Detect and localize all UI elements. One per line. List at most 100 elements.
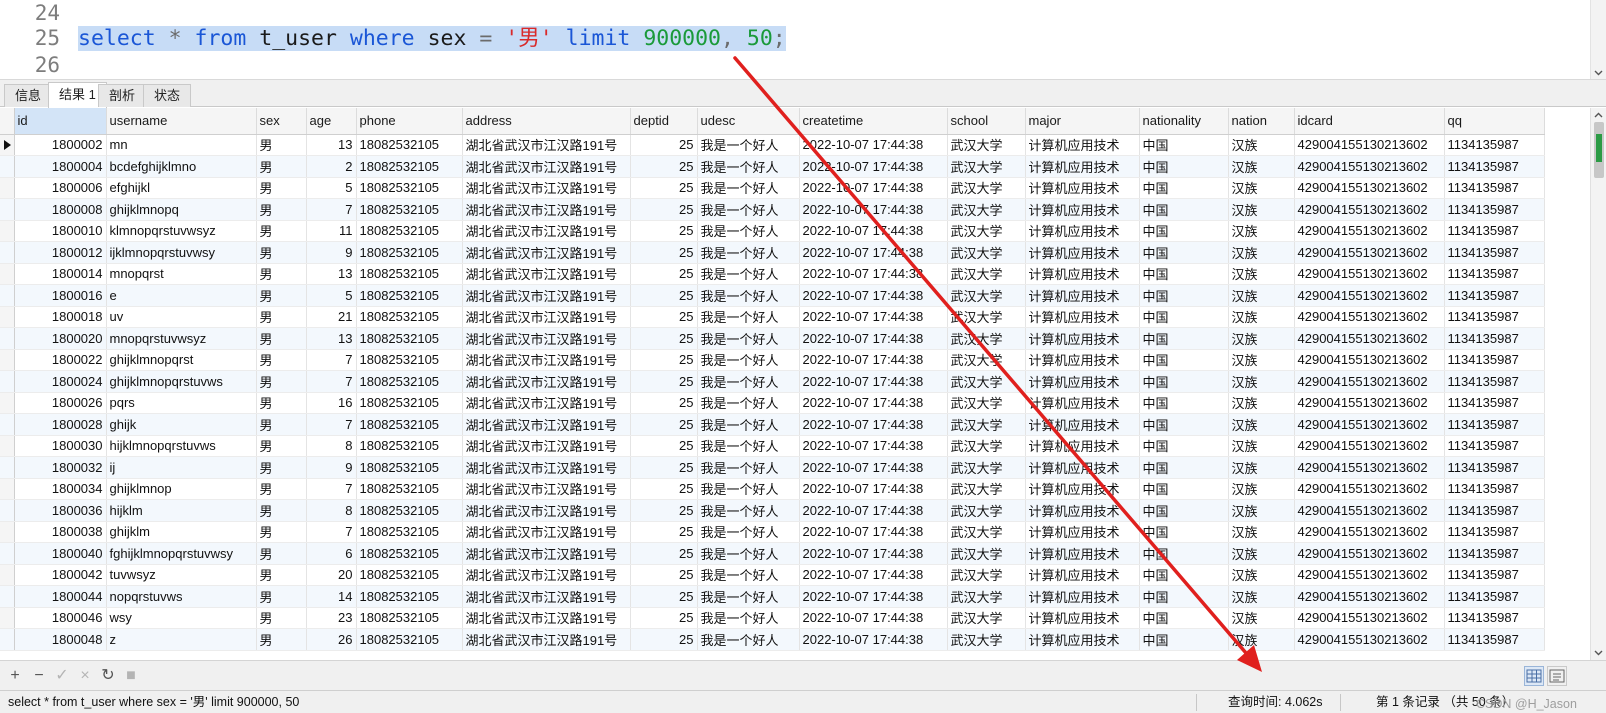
cell-nationality[interactable]: 中国	[1139, 155, 1229, 178]
cell-createtime[interactable]: 2022-10-07 17:44:38	[799, 306, 948, 328]
cell-id[interactable]: 1800020	[14, 327, 107, 350]
cell-school[interactable]: 武汉大学	[947, 284, 1026, 307]
editor-scrollbar[interactable]	[1590, 0, 1606, 79]
cell-qq[interactable]: 1134135987	[1444, 607, 1545, 629]
cell-school[interactable]: 武汉大学	[947, 155, 1026, 178]
cell-qq[interactable]: 1134135987	[1444, 564, 1545, 586]
cell-nationality[interactable]: 中国	[1139, 413, 1229, 436]
cell-createtime[interactable]: 2022-10-07 17:44:38	[799, 564, 948, 586]
cell-age[interactable]: 20	[306, 564, 357, 586]
cell-nation[interactable]: 汉族	[1228, 521, 1295, 543]
cell-major[interactable]: 计算机应用技术	[1025, 564, 1140, 586]
cell-age[interactable]: 7	[306, 370, 357, 393]
cell-qq[interactable]: 1134135987	[1444, 499, 1545, 522]
cell-id[interactable]: 1800016	[14, 284, 107, 307]
cell-phone[interactable]: 18082532105	[356, 349, 463, 371]
cell-id[interactable]: 1800028	[14, 413, 107, 436]
table-row[interactable]: 1800040 fghijklmnopqrstuvwsy 男 6 18082532105…	[0, 542, 1545, 565]
row-selector[interactable]	[0, 542, 15, 565]
chevron-up-icon[interactable]	[1593, 110, 1604, 121]
cell-id[interactable]: 1800022	[14, 349, 107, 371]
cell-age[interactable]: 9	[306, 456, 357, 479]
cell-school[interactable]: 武汉大学	[947, 456, 1026, 479]
cell-nation[interactable]: 汉族	[1228, 413, 1295, 436]
cell-major[interactable]: 计算机应用技术	[1025, 607, 1140, 629]
cell-age[interactable]: 13	[306, 134, 357, 156]
stop-button[interactable]: ■	[122, 667, 140, 685]
cell-nation[interactable]: 汉族	[1228, 306, 1295, 328]
cell-major[interactable]: 计算机应用技术	[1025, 241, 1140, 264]
cell-sex[interactable]: 男	[256, 198, 307, 221]
cell-nationality[interactable]: 中国	[1139, 134, 1229, 156]
cell-id[interactable]: 1800042	[14, 564, 107, 586]
cell-sex[interactable]: 男	[256, 521, 307, 543]
cell-nationality[interactable]: 中国	[1139, 220, 1229, 242]
cell-username[interactable]: uv	[106, 306, 257, 328]
cell-udesc[interactable]: 我是一个好人	[697, 327, 800, 350]
cell-address[interactable]: 湖北省武汉市江汉路191号	[462, 284, 631, 307]
table-row[interactable]: 1800028 ghijk 男 7 18082532105 湖北省武汉市江汉路191号 25…	[0, 413, 1545, 436]
cell-major[interactable]: 计算机应用技术	[1025, 370, 1140, 393]
cell-qq[interactable]: 1134135987	[1444, 198, 1545, 221]
cell-deptid[interactable]: 25	[630, 177, 698, 199]
cell-username[interactable]: ghijklmnopqrst	[106, 349, 257, 371]
cell-address[interactable]: 湖北省武汉市江汉路191号	[462, 327, 631, 350]
cell-major[interactable]: 计算机应用技术	[1025, 392, 1140, 414]
cell-nation[interactable]: 汉族	[1228, 607, 1295, 629]
cell-nation[interactable]: 汉族	[1228, 134, 1295, 156]
editor-line-25[interactable]: 25 select * from t_user where sex = '男' …	[0, 25, 1590, 52]
row-selector[interactable]	[0, 478, 15, 500]
cell-school[interactable]: 武汉大学	[947, 521, 1026, 543]
cell-sex[interactable]: 男	[256, 392, 307, 414]
table-row[interactable]: 1800020 mnopqrstuvwsyz 男 13 18082532105 湖北省武汉…	[0, 327, 1545, 350]
cell-udesc[interactable]: 我是一个好人	[697, 585, 800, 608]
cell-age[interactable]: 11	[306, 220, 357, 242]
cell-phone[interactable]: 18082532105	[356, 456, 463, 479]
cell-udesc[interactable]: 我是一个好人	[697, 349, 800, 371]
cell-createtime[interactable]: 2022-10-07 17:44:38	[799, 456, 948, 479]
cell-phone[interactable]: 18082532105	[356, 564, 463, 586]
cell-major[interactable]: 计算机应用技术	[1025, 177, 1140, 199]
cell-sex[interactable]: 男	[256, 564, 307, 586]
table-row[interactable]: 1800032 ij 男 9 18082532105 湖北省武汉市江汉路191号 25 我是一…	[0, 456, 1545, 479]
cell-idcard[interactable]: 429004155130213602	[1294, 478, 1445, 500]
cell-udesc[interactable]: 我是一个好人	[697, 521, 800, 543]
cell-username[interactable]: z	[106, 628, 257, 651]
cell-sex[interactable]: 男	[256, 413, 307, 436]
cell-nationality[interactable]: 中国	[1139, 327, 1229, 350]
cell-age[interactable]: 14	[306, 585, 357, 608]
cell-address[interactable]: 湖北省武汉市江汉路191号	[462, 499, 631, 522]
cell-school[interactable]: 武汉大学	[947, 499, 1026, 522]
cell-udesc[interactable]: 我是一个好人	[697, 263, 800, 285]
cell-deptid[interactable]: 25	[630, 456, 698, 479]
cell-age[interactable]: 21	[306, 306, 357, 328]
cell-deptid[interactable]: 25	[630, 392, 698, 414]
cell-sex[interactable]: 男	[256, 306, 307, 328]
cell-major[interactable]: 计算机应用技术	[1025, 134, 1140, 156]
cell-id[interactable]: 1800034	[14, 478, 107, 500]
cell-deptid[interactable]: 25	[630, 521, 698, 543]
cell-idcard[interactable]: 429004155130213602	[1294, 413, 1445, 436]
cell-nationality[interactable]: 中国	[1139, 456, 1229, 479]
cell-qq[interactable]: 1134135987	[1444, 284, 1545, 307]
cell-udesc[interactable]: 我是一个好人	[697, 220, 800, 242]
cell-idcard[interactable]: 429004155130213602	[1294, 155, 1445, 178]
cell-age[interactable]: 7	[306, 478, 357, 500]
tab-profile[interactable]: 剖析	[98, 84, 147, 107]
cell-qq[interactable]: 1134135987	[1444, 349, 1545, 371]
cell-age[interactable]: 8	[306, 435, 357, 457]
column-header-udesc[interactable]: udesc	[697, 108, 800, 135]
cell-nationality[interactable]: 中国	[1139, 542, 1229, 565]
row-selector[interactable]	[0, 327, 15, 350]
cell-nationality[interactable]: 中国	[1139, 521, 1229, 543]
cell-phone[interactable]: 18082532105	[356, 263, 463, 285]
cell-id[interactable]: 1800036	[14, 499, 107, 522]
cell-sex[interactable]: 男	[256, 607, 307, 629]
delete-record-button[interactable]: −	[30, 667, 48, 685]
cell-username[interactable]: pqrs	[106, 392, 257, 414]
cell-sex[interactable]: 男	[256, 155, 307, 178]
cell-username[interactable]: mnopqrst	[106, 263, 257, 285]
cell-id[interactable]: 1800046	[14, 607, 107, 629]
cell-address[interactable]: 湖北省武汉市江汉路191号	[462, 220, 631, 242]
cell-nation[interactable]: 汉族	[1228, 220, 1295, 242]
